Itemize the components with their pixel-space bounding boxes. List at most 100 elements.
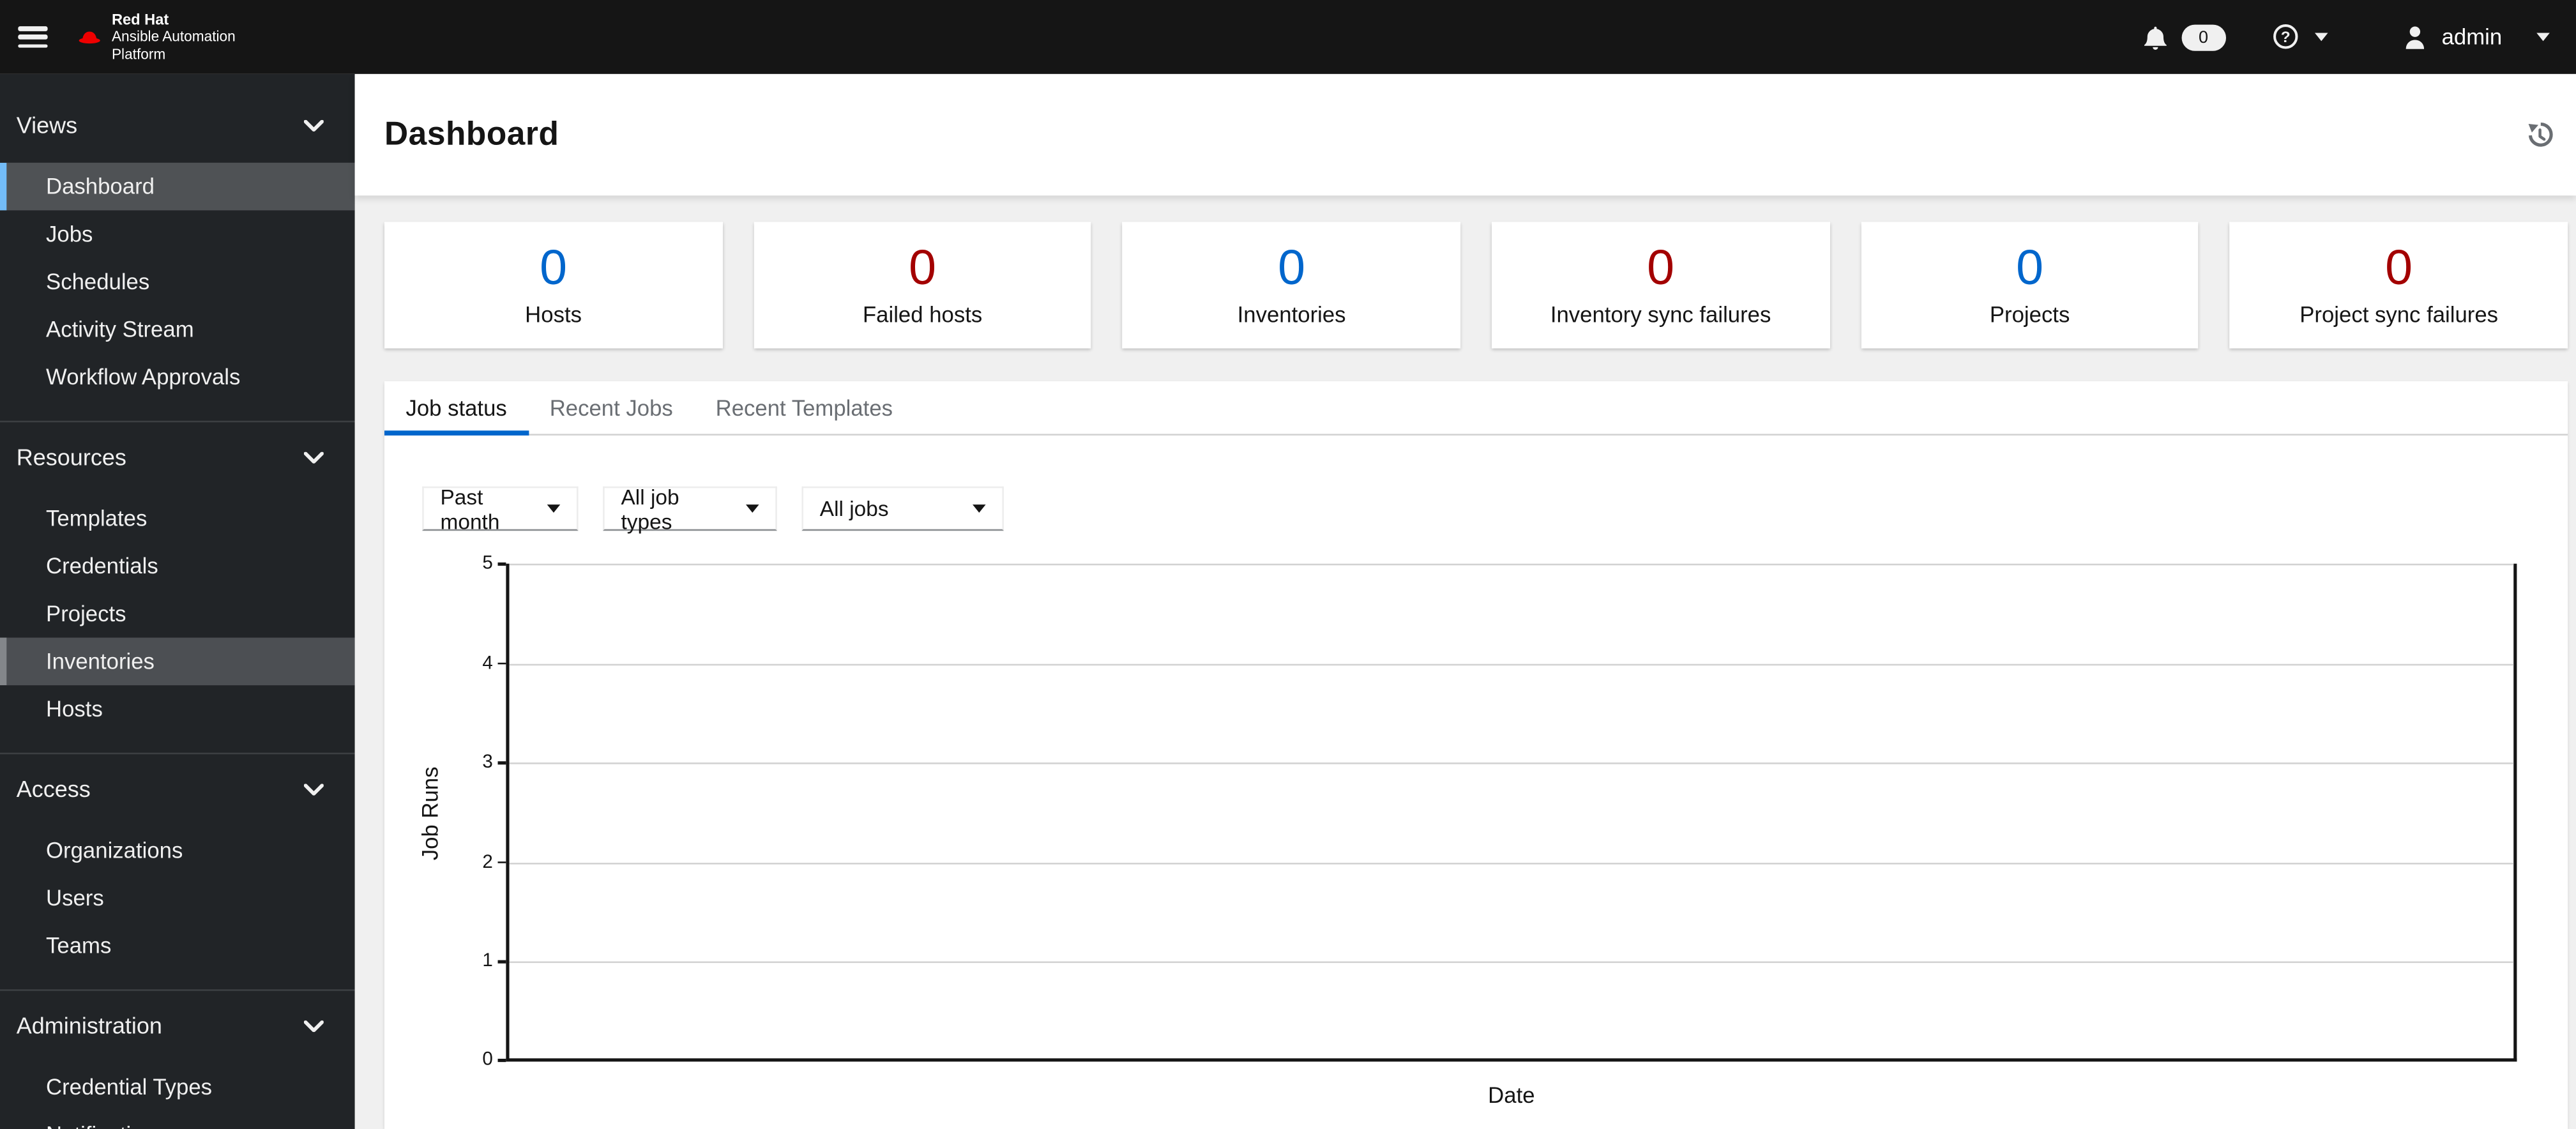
chevron-down-icon [2315, 33, 2329, 42]
projects-count-link[interactable]: 0 [2016, 243, 2043, 293]
sidebar-item-workflow-approvals[interactable]: Workflow Approvals [0, 353, 355, 401]
notification-count-badge[interactable]: 0 [2181, 24, 2226, 50]
svg-text:?: ? [2280, 29, 2290, 47]
sidebar-item-users[interactable]: Users [0, 874, 355, 922]
sidebar-item-jobs[interactable]: Jobs [0, 210, 355, 258]
card-inventories: 0 Inventories [1123, 222, 1461, 349]
tab-recent-jobs[interactable]: Recent Jobs [528, 381, 694, 434]
nav-section-header-resources[interactable]: Resources [0, 439, 355, 475]
y-axis-label: Job Runs [418, 766, 443, 860]
period-select[interactable]: Past month [422, 484, 579, 533]
failed-hosts-count-link[interactable]: 0 [909, 243, 936, 293]
sidebar-item-organizations[interactable]: Organizations [0, 826, 355, 874]
y-tick-label: 1 [482, 952, 493, 972]
main-content: Dashboard 0 Hosts 0 Failed hosts 0 Inven… [354, 73, 2576, 1129]
tab-recent-templates[interactable]: Recent Templates [694, 381, 914, 434]
username-label: admin [2441, 24, 2503, 50]
card-label: Inventories [1237, 301, 1346, 326]
chart-plot-area [506, 563, 2517, 1062]
x-axis-label: Date [1488, 1082, 1535, 1108]
inventory-sync-failures-count-link[interactable]: 0 [1647, 243, 1674, 293]
y-tick-mark [497, 861, 506, 864]
y-tick-mark [497, 662, 506, 665]
card-project-sync-failures: 0 Project sync failures [2230, 222, 2568, 349]
chevron-down-icon [303, 1019, 324, 1031]
chevron-down-icon [303, 119, 324, 131]
nav-section-header-views[interactable]: Views [0, 107, 355, 143]
summary-cards-row: 0 Hosts 0 Failed hosts 0 Inventories 0 I… [384, 222, 2568, 349]
brand-line1: Red Hat [111, 11, 169, 28]
sidebar-item-teams[interactable]: Teams [0, 922, 355, 970]
help-menu-button[interactable]: ? [2271, 24, 2329, 50]
brand-line2: Ansible Automation [111, 28, 236, 45]
gridline [509, 563, 2514, 566]
y-tick-mark [497, 1058, 506, 1061]
hosts-count-link[interactable]: 0 [540, 243, 567, 293]
y-tick-mark [497, 960, 506, 964]
sidebar-item-templates[interactable]: Templates [0, 495, 355, 543]
bell-icon [2144, 26, 2167, 49]
chevron-down-icon [303, 783, 324, 795]
app-window: Red Hat Ansible Automation Platform 0 ? [0, 0, 2576, 1129]
brand-line3: Platform [111, 45, 166, 63]
red-hat-fedora-icon [79, 31, 100, 43]
card-failed-hosts: 0 Failed hosts [754, 222, 1092, 349]
chevron-down-icon [2536, 33, 2550, 42]
page-header: Dashboard [354, 73, 2576, 196]
project-sync-failures-count-link[interactable]: 0 [2385, 243, 2413, 293]
user-menu-button[interactable]: admin [2404, 24, 2550, 50]
notifications-button[interactable]: 0 [2142, 24, 2226, 50]
sidebar-item-hosts[interactable]: Hosts [0, 685, 355, 733]
page-title: Dashboard [384, 116, 559, 153]
y-tick-label: 2 [482, 852, 493, 873]
nav-section-resources: Resources Templates Credentials Projects… [0, 420, 355, 753]
sidebar-item-dashboard[interactable]: Dashboard [0, 162, 355, 211]
dashboard-graph-panel: Job status Recent Jobs Recent Templates … [384, 381, 2568, 1129]
card-label: Project sync failures [2299, 301, 2499, 326]
nav-section-header-access[interactable]: Access [0, 771, 355, 807]
inventories-count-link[interactable]: 0 [1278, 243, 1305, 293]
y-tick-mark [497, 562, 506, 565]
card-label: Projects [1989, 301, 2070, 326]
caret-down-icon [547, 504, 561, 513]
card-label: Inventory sync failures [1550, 301, 1771, 326]
sidebar-item-activity-stream[interactable]: Activity Stream [0, 306, 355, 354]
history-button[interactable] [2524, 121, 2553, 149]
caret-down-icon [746, 504, 759, 513]
nav-section-administration: Administration Credential Types Notifica… [0, 989, 355, 1129]
y-tick-mark [497, 761, 506, 764]
y-tick-label: 4 [482, 653, 493, 674]
job-runs-chart: Job Runs 5 4 3 2 1 0 Date [418, 554, 2517, 1108]
sidebar-item-schedules[interactable]: Schedules [0, 258, 355, 306]
masthead: Red Hat Ansible Automation Platform 0 ? [0, 0, 2576, 74]
card-label: Hosts [525, 301, 582, 326]
sidebar-item-notifications[interactable]: Notifications [0, 1111, 355, 1129]
brand-logo: Red Hat Ansible Automation Platform [77, 11, 236, 63]
user-icon [2406, 26, 2425, 49]
y-tick-label: 5 [482, 554, 493, 574]
nav-section-views: Views Dashboard Jobs Schedules Activity … [0, 74, 355, 421]
chevron-down-icon [303, 451, 324, 463]
tab-job-status[interactable]: Job status [384, 381, 528, 436]
question-circle-icon: ? [2273, 24, 2298, 50]
y-tick-label: 3 [482, 753, 493, 773]
sidebar-item-inventories[interactable]: Inventories [0, 637, 355, 686]
sidebar-item-projects[interactable]: Projects [0, 590, 355, 638]
sidebar-item-credentials[interactable]: Credentials [0, 542, 355, 590]
chart-filters: Past month All job types All jobs [422, 484, 2568, 533]
nav-section-access: Access Organizations Users Teams [0, 752, 355, 990]
card-projects: 0 Projects [1861, 222, 2199, 349]
job-type-select[interactable]: All job types [603, 484, 777, 533]
gridline [509, 663, 2514, 665]
gridline [509, 762, 2514, 765]
gridline [509, 862, 2514, 865]
sidebar-item-credential-types[interactable]: Credential Types [0, 1063, 355, 1111]
y-tick-label: 0 [482, 1050, 493, 1070]
nav-section-header-administration[interactable]: Administration [0, 1008, 355, 1044]
nav-toggle-hamburger-icon[interactable] [18, 26, 48, 48]
jobs-select[interactable]: All jobs [801, 486, 1004, 531]
card-label: Failed hosts [862, 301, 983, 326]
tab-bar: Job status Recent Jobs Recent Templates [384, 381, 2568, 436]
caret-down-icon [973, 504, 986, 513]
gridline [509, 962, 2514, 964]
